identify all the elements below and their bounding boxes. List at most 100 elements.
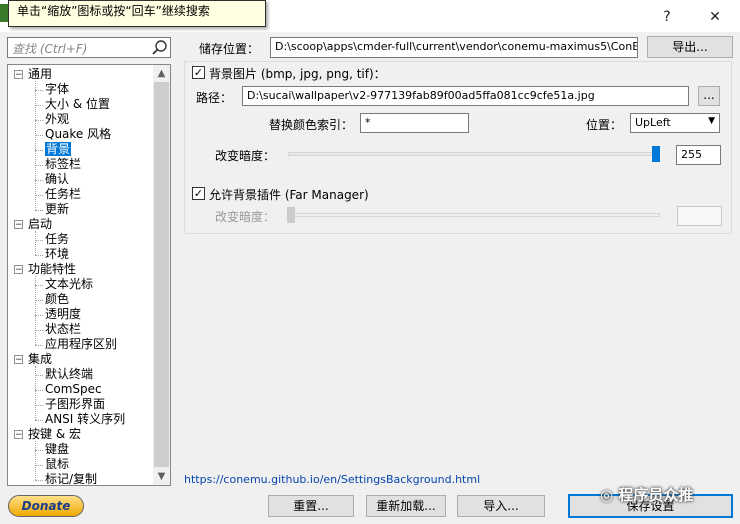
tree-item[interactable]: ANSI 转义序列 [45, 412, 125, 427]
tree-item[interactable]: 应用程序区别 [45, 337, 117, 352]
tree-item-label: Quake 风格 [45, 127, 112, 141]
tree-expander-icon[interactable]: − [14, 70, 23, 80]
tree-item-label: 任务栏 [45, 187, 82, 201]
tree-item[interactable]: 环境 [45, 247, 69, 262]
tree-connector [35, 240, 43, 241]
background-image-label: 背景图片 (bmp, jpg, png, tif)： [209, 67, 386, 81]
replace-color-field[interactable]: * [360, 113, 469, 133]
tree-connector [35, 105, 43, 106]
scrollbar-thumb[interactable] [154, 82, 169, 467]
tree-item-label: 按键 & 宏 [28, 427, 81, 441]
tree-item-label: 任务 [45, 232, 70, 246]
donate-button[interactable]: Donate [8, 495, 84, 517]
app-icon [0, 4, 8, 22]
tree-connector [35, 165, 43, 166]
tree-item-label: 更新 [45, 202, 70, 216]
watermark-text: 程序员众推 [618, 486, 694, 504]
tree-scrollbar[interactable]: ▲ ▼ [153, 65, 170, 485]
tree-item[interactable]: 颜色 [45, 292, 69, 307]
tree-item[interactable]: 透明度 [45, 307, 81, 322]
tree-expander-icon[interactable]: − [14, 220, 23, 230]
settings-tree[interactable]: − 通用 字体 大小 & 位置 外观 Quake 风格 背景 标签栏 确认 任务栏 更新 − 启动 任务环… [7, 64, 171, 486]
tree-connector [35, 420, 43, 421]
position-select[interactable]: UpLeft ▼ [630, 113, 720, 133]
plugin-darken-slider-track [288, 213, 660, 217]
scroll-up-arrow-icon[interactable]: ▲ [153, 65, 170, 82]
help-link[interactable]: https://conemu.github.io/en/SettingsBack… [184, 473, 480, 486]
tree-item[interactable]: 字体 [45, 82, 69, 97]
tree-connector [35, 480, 43, 481]
plugin-darken-slider-thumb [287, 207, 295, 223]
darken-slider-thumb[interactable] [652, 146, 660, 162]
tree-connector [35, 441, 36, 480]
tree-group[interactable]: 按键 & 宏 [28, 427, 81, 442]
tree-connector [35, 375, 43, 376]
tree-connector [35, 465, 43, 466]
tree-item-label: 鼠标 [45, 457, 70, 471]
search-tooltip: 单击“缩放”图标或按“回车”继续搜索 [8, 0, 266, 27]
tree-item[interactable]: 大小 & 位置 [45, 97, 110, 112]
tree-connector [35, 90, 43, 91]
tree-group[interactable]: 功能特性 [28, 262, 76, 277]
tree-item[interactable]: 状态栏 [45, 322, 81, 337]
plugin-darken-label: 改变暗度： [215, 210, 276, 224]
tree-connector [35, 330, 43, 331]
tree-item[interactable]: ComSpec [45, 382, 102, 397]
darken-label: 改变暗度： [215, 149, 276, 163]
tree-item[interactable]: 外观 [45, 112, 69, 127]
reset-button[interactable]: 重置... [268, 495, 354, 517]
plugin-darken-value-field [677, 206, 722, 226]
storage-path-field[interactable]: D:\scoop\apps\cmder-full\current\vendor\… [270, 37, 638, 58]
background-image-checkbox[interactable]: ✓ [192, 66, 205, 79]
tree-item-label: 集成 [28, 352, 53, 366]
tree-group[interactable]: 集成 [28, 352, 52, 367]
tree-item[interactable]: 文本光标 [45, 277, 93, 292]
tree-connector [35, 180, 43, 181]
browse-button[interactable]: ... [698, 86, 720, 106]
tree-connector [35, 405, 43, 406]
darken-value-field[interactable]: 255 [676, 145, 721, 165]
scroll-down-arrow-icon[interactable]: ▼ [153, 468, 170, 485]
background-plugin-checkbox[interactable]: ✓ [192, 187, 205, 200]
tree-group[interactable]: 通用 [28, 67, 52, 82]
close-button[interactable]: ✕ [700, 6, 730, 28]
tree-item[interactable]: 标记/复制 [45, 472, 97, 485]
tree-item[interactable]: 鼠标 [45, 457, 69, 472]
tree-connector [35, 231, 36, 255]
tree-connector [35, 120, 43, 121]
reload-button[interactable]: 重新加载... [366, 495, 446, 517]
help-button[interactable]: ? [652, 6, 682, 28]
darken-slider-track[interactable] [288, 152, 660, 156]
tree-item[interactable]: 更新 [45, 202, 69, 217]
tree-group[interactable]: 启动 [28, 217, 52, 232]
background-path-field[interactable]: D:\sucai\wallpaper\v2-977139fab89f00ad5f… [242, 86, 689, 106]
tree-expander-icon[interactable]: − [14, 430, 23, 440]
tree-item[interactable]: 标签栏 [45, 157, 81, 172]
search-icon[interactable] [151, 39, 169, 57]
tree-connector [35, 195, 43, 196]
tree-item[interactable]: Quake 风格 [45, 127, 111, 142]
tree-item[interactable]: 子图形界面 [45, 397, 105, 412]
tree-item[interactable]: 默认终端 [45, 367, 93, 382]
tree-item[interactable]: 确认 [45, 172, 69, 187]
chevron-down-icon: ▼ [708, 116, 715, 126]
tree-item-label: 状态栏 [45, 322, 82, 336]
tree-item[interactable]: 背景 [45, 142, 72, 157]
tree-item[interactable]: 任务 [45, 232, 69, 247]
tree-expander-icon[interactable]: − [14, 265, 23, 275]
tree-expander-icon[interactable]: − [14, 355, 23, 365]
import-button[interactable]: 导入... [457, 495, 545, 517]
tree-connector [35, 276, 36, 345]
wechat-icon: ◎ [600, 486, 619, 504]
tree-connector [35, 450, 43, 451]
export-button[interactable]: 导出... [647, 36, 733, 58]
tree-connector [35, 285, 43, 286]
tree-item-label: 文本光标 [45, 277, 94, 291]
tree-item-label: 默认终端 [45, 367, 94, 381]
tree-item[interactable]: 任务栏 [45, 187, 81, 202]
tree-item-label: 颜色 [45, 292, 70, 306]
tree-item[interactable]: 键盘 [45, 442, 69, 457]
search-input[interactable]: 查找 (Ctrl+F) [7, 37, 171, 58]
tree-item-label: ANSI 转义序列 [45, 412, 126, 426]
tree-item-label: 背景 [45, 142, 72, 156]
